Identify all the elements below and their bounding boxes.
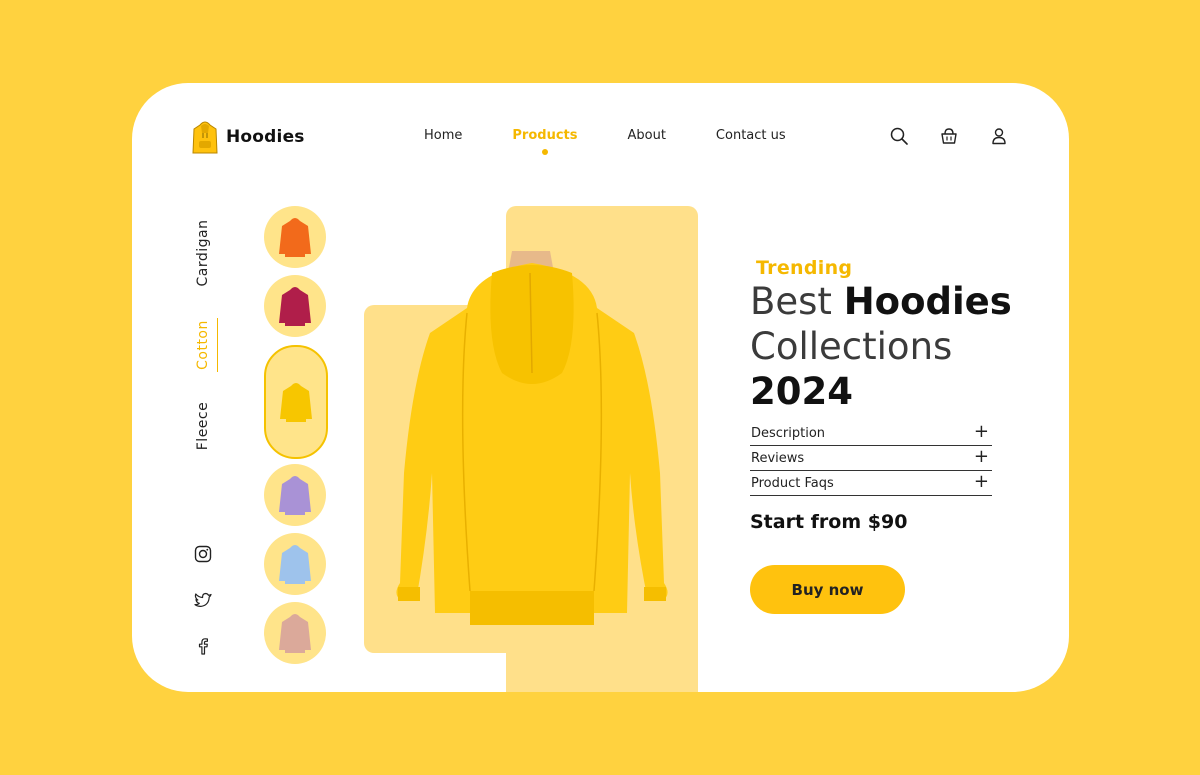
accordion-reviews[interactable]: Reviews + [750,445,992,471]
brand-logo[interactable]: Hoodies [192,119,305,155]
twitter-icon[interactable] [194,591,212,609]
accordion-product-faqs[interactable]: Product Faqs + [750,470,992,496]
category-cotton[interactable]: Cotton [195,310,213,380]
thumbnail-lavender-hoodie[interactable] [264,464,326,526]
thumbnail-blue-hoodie[interactable] [264,533,326,595]
headline-line-1: Best Hoodies [750,279,1012,324]
accordion-label: Reviews [751,451,805,466]
nav-products[interactable]: Products [512,128,578,155]
hoodie-image [280,383,312,422]
facebook-icon[interactable] [194,637,212,655]
accordion-label: Description [751,426,826,441]
hero-headline: Best Hoodies Collections 2024 [750,279,1012,414]
plus-icon: + [973,421,989,442]
active-indicator-dot [541,149,548,155]
price-text: Start from $90 [750,511,908,533]
plus-icon: + [973,446,989,467]
category-cardigan[interactable]: Cardigan [195,218,213,288]
plus-icon: + [973,471,989,492]
product-hoodie-image [396,251,668,625]
main-card: Hoodies Home Products About Contact us C… [132,83,1069,692]
accordion-description[interactable]: Description + [750,420,992,446]
hoodie-image [279,614,311,653]
thumbnail-orange-hoodie[interactable] [264,206,326,268]
headline-bold-word: Hoodies [843,280,1012,323]
hoodie-image [279,476,311,515]
headline-line-2: Collections [750,325,953,368]
category-fleece[interactable]: Fleece [195,391,213,461]
accordion-label: Product Faqs [751,476,834,491]
user-icon[interactable] [990,127,1008,145]
nav-about[interactable]: About [627,128,665,143]
brand-name: Hoodies [226,127,305,147]
nav-home[interactable]: Home [424,128,462,143]
headline-year: 2024 [750,370,853,413]
search-icon[interactable] [890,127,908,145]
hoodie-image [279,545,311,584]
thumbnail-pink-hoodie[interactable] [264,602,326,664]
main-nav: Home Products About Contact us [424,128,786,155]
basket-icon[interactable] [940,127,958,145]
instagram-icon[interactable] [194,545,212,563]
thumbnail-yellow-hoodie[interactable] [264,345,328,459]
hoodie-image [279,218,311,257]
trending-tag: Trending [756,257,853,279]
headline-light-word: Best [750,280,832,323]
header-actions [890,127,1008,145]
nav-products-label: Products [512,128,578,143]
nav-contact[interactable]: Contact us [716,128,786,143]
hoodie-image [279,287,311,326]
buy-now-button[interactable]: Buy now [750,565,905,614]
hoodie-logo-icon [192,121,218,154]
thumbnail-magenta-hoodie[interactable] [264,275,326,337]
